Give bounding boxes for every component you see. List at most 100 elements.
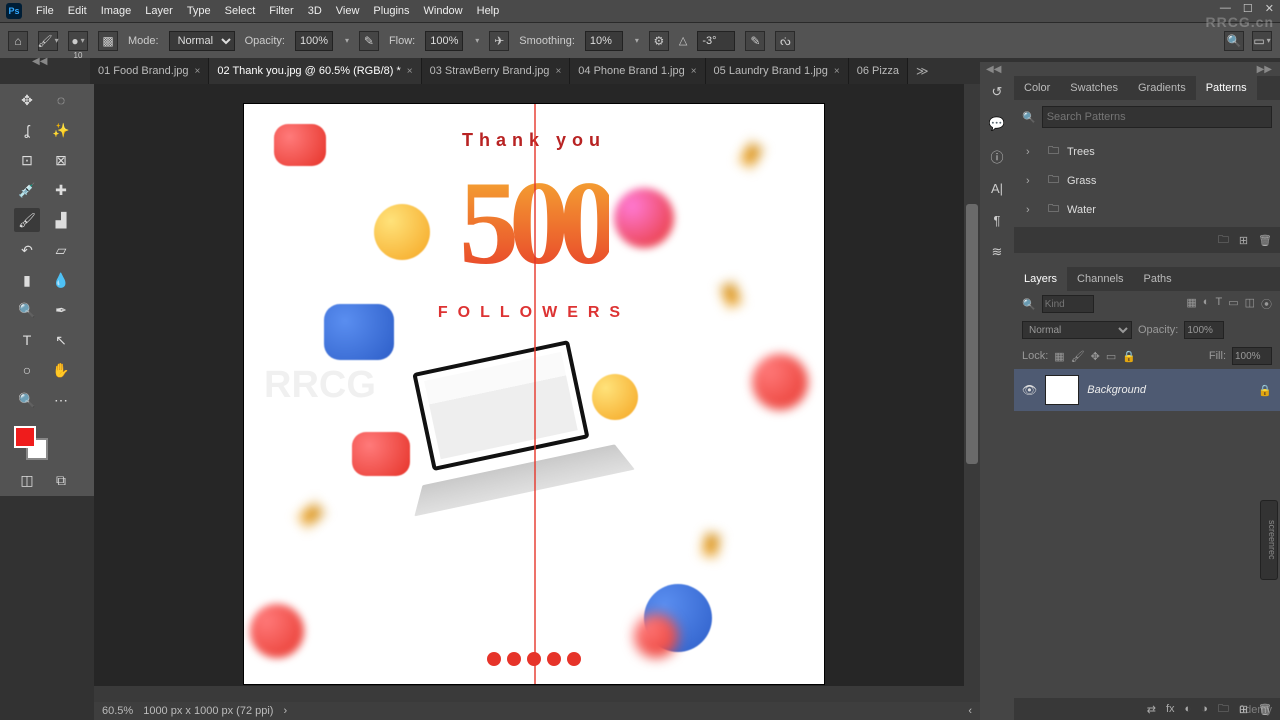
menu-select[interactable]: Select: [225, 5, 256, 17]
adjustment-icon[interactable]: ◑: [1201, 703, 1208, 715]
close-icon[interactable]: ✕: [1265, 2, 1274, 15]
screenrec-widget[interactable]: screenrec: [1260, 500, 1278, 580]
filter-pixel-icon[interactable]: ▦: [1186, 296, 1196, 312]
path-select-tool[interactable]: ↖: [48, 328, 74, 352]
eyedropper-tool[interactable]: 💉: [14, 178, 40, 202]
doc-tab-04[interactable]: 04 Phone Brand 1.jpg×: [570, 58, 705, 84]
doc-info[interactable]: 1000 px x 1000 px (72 ppi): [143, 705, 273, 717]
filter-toggle-icon[interactable]: ⦿: [1261, 296, 1272, 312]
menu-3d[interactable]: 3D: [308, 5, 322, 17]
pattern-search-input[interactable]: [1042, 106, 1272, 128]
collapse-icon[interactable]: ▶▶: [1257, 64, 1272, 75]
chevron-right-icon[interactable]: ›: [283, 705, 287, 717]
dodge-tool[interactable]: 🔍: [14, 298, 40, 322]
menu-file[interactable]: File: [36, 5, 54, 17]
flow-input[interactable]: 100%: [425, 31, 463, 51]
layer-filter-input[interactable]: [1042, 295, 1094, 313]
airbrush-icon[interactable]: ✈: [489, 31, 509, 51]
zoom-value[interactable]: 60.5%: [102, 705, 133, 717]
blur-tool[interactable]: 💧: [48, 268, 74, 292]
tab-layers[interactable]: Layers: [1014, 267, 1067, 291]
fx-icon[interactable]: fx: [1166, 703, 1175, 715]
new-layer-icon[interactable]: ⊞: [1239, 703, 1248, 716]
brush-settings-icon[interactable]: ▩: [98, 31, 118, 51]
quickmask-tool[interactable]: ◫: [14, 468, 40, 492]
wand-tool[interactable]: ✨: [48, 118, 74, 142]
filter-smart-icon[interactable]: ◫: [1245, 296, 1255, 312]
lock-paint-icon[interactable]: 🖌: [1071, 350, 1085, 363]
home-icon[interactable]: ⌂: [8, 31, 28, 51]
adjustments-icon[interactable]: ≋: [987, 242, 1007, 262]
brush-preset-icon[interactable]: 🖌▾: [38, 31, 58, 51]
zoom-tool[interactable]: 🔍: [14, 388, 40, 412]
screenmode-tool[interactable]: ⧉: [48, 468, 74, 492]
layer-blend-select[interactable]: Normal: [1022, 321, 1132, 339]
hand-tool[interactable]: ✋: [48, 358, 74, 382]
color-swatches[interactable]: [14, 426, 54, 462]
pen-tool[interactable]: ✒: [48, 298, 74, 322]
smoothing-options-icon[interactable]: ⚙: [649, 31, 669, 51]
layer-fill-input[interactable]: [1232, 347, 1272, 365]
collapse-icon[interactable]: ◀◀: [986, 64, 1001, 75]
history-icon[interactable]: ↺: [987, 82, 1007, 102]
doc-tab-01[interactable]: 01 Food Brand.jpg×: [90, 58, 209, 84]
filter-adjust-icon[interactable]: ◐: [1203, 296, 1210, 312]
brush-tip-icon[interactable]: ●▾10: [68, 31, 88, 51]
pressure-size-icon[interactable]: ✎: [745, 31, 765, 51]
symmetry-icon[interactable]: ᔔ: [775, 31, 795, 51]
visibility-icon[interactable]: 👁: [1022, 383, 1037, 397]
menu-image[interactable]: Image: [101, 5, 132, 17]
new-pattern-icon[interactable]: ⊞: [1239, 234, 1248, 247]
doc-tab-06[interactable]: 06 Pizza: [849, 58, 908, 84]
marquee-tool[interactable]: ◌: [48, 88, 74, 112]
stamp-tool[interactable]: ▟: [48, 208, 74, 232]
filter-type-icon[interactable]: T: [1215, 296, 1222, 312]
search-icon[interactable]: 🔍: [1224, 31, 1244, 51]
eraser-tool[interactable]: ▱: [48, 238, 74, 262]
tab-channels[interactable]: Channels: [1067, 267, 1133, 291]
menu-plugins[interactable]: Plugins: [373, 5, 409, 17]
vertical-scrollbar[interactable]: [964, 84, 980, 702]
angle-input[interactable]: -3°: [697, 31, 735, 51]
type-tool[interactable]: T: [14, 328, 40, 352]
opacity-input[interactable]: 100%: [295, 31, 333, 51]
move-tool[interactable]: ✥: [14, 88, 40, 112]
close-icon[interactable]: ×: [195, 66, 201, 77]
folder-trees[interactable]: ›🗀Trees: [1026, 142, 1268, 161]
crop-tool[interactable]: ⊡: [14, 148, 40, 172]
lasso-tool[interactable]: ʆ: [14, 118, 40, 142]
filter-shape-icon[interactable]: ▭: [1228, 296, 1238, 312]
close-icon[interactable]: ×: [407, 66, 413, 77]
comments-icon[interactable]: 💬: [987, 114, 1007, 134]
link-icon[interactable]: ⇄: [1147, 703, 1156, 716]
paragraph-icon[interactable]: ¶: [987, 210, 1007, 230]
pressure-opacity-icon[interactable]: ✎: [359, 31, 379, 51]
close-icon[interactable]: ×: [691, 66, 697, 77]
tab-gradients[interactable]: Gradients: [1128, 76, 1196, 100]
menu-layer[interactable]: Layer: [145, 5, 173, 17]
menu-type[interactable]: Type: [187, 5, 211, 17]
close-icon[interactable]: ×: [555, 66, 561, 77]
menu-window[interactable]: Window: [424, 5, 463, 17]
lock-pos-icon[interactable]: ✥: [1091, 350, 1100, 363]
foreground-color[interactable]: [14, 426, 36, 448]
lock-trans-icon[interactable]: ▦: [1054, 350, 1064, 363]
doc-tab-05[interactable]: 05 Laundry Brand 1.jpg×: [706, 58, 849, 84]
frame-tool[interactable]: ⊠: [48, 148, 74, 172]
group-icon[interactable]: 🗀: [1218, 700, 1229, 719]
menu-help[interactable]: Help: [477, 5, 500, 17]
document-canvas[interactable]: Thank you 500 FOLLOWERS RRCG: [244, 104, 824, 684]
properties-icon[interactable]: ⓘ: [987, 146, 1007, 166]
doc-tab-02[interactable]: 02 Thank you.jpg @ 60.5% (RGB/8) *×: [209, 58, 421, 84]
collapse-left-icon[interactable]: ◀◀: [32, 56, 47, 67]
mask-icon[interactable]: ◐: [1185, 703, 1192, 715]
character-icon[interactable]: A|: [987, 178, 1007, 198]
folder-water[interactable]: ›🗀Water: [1026, 200, 1268, 219]
tab-swatches[interactable]: Swatches: [1060, 76, 1128, 100]
delete-icon[interactable]: 🗑: [1258, 703, 1272, 716]
tab-overflow-icon[interactable]: ≫: [912, 64, 933, 78]
tab-color[interactable]: Color: [1014, 76, 1060, 100]
minimize-icon[interactable]: —: [1220, 2, 1231, 15]
menu-view[interactable]: View: [336, 5, 360, 17]
menu-edit[interactable]: Edit: [68, 5, 87, 17]
